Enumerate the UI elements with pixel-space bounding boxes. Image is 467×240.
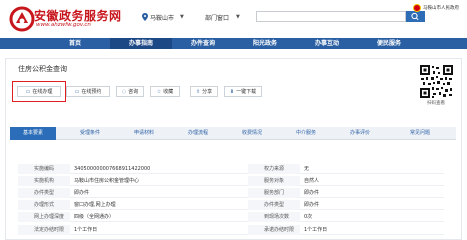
row-label: 网上办理深度 xyxy=(18,212,70,222)
row-value: 即办件 xyxy=(74,190,90,196)
tab-acceptance-conditions[interactable]: 受理条件 xyxy=(66,127,114,140)
main-nav: 首页 办事指南 办件查询 阳光政务 办事互动 便民服务 xyxy=(0,38,467,49)
row-label: 实施编码 xyxy=(18,164,70,174)
row-value: 1个工作日 xyxy=(304,227,328,233)
detail-tabs: 基本要素 受理条件 申请材料 办理流程 收费情况 中介服务 办事评价 常见问题 xyxy=(10,127,456,140)
online-booking-button[interactable]: ▭ 在线预约 xyxy=(66,86,110,97)
download-icon: ⬇ xyxy=(229,88,235,95)
table-row: 办件类型 即办件 服务部门 即办件 xyxy=(18,188,444,198)
site-url: www.ahzwfw.gov.cn xyxy=(36,22,91,28)
consult-label: 咨询 xyxy=(128,89,139,95)
row-label: 服务部门 xyxy=(248,188,300,198)
search-button[interactable] xyxy=(406,11,425,22)
nav-item-open-gov[interactable]: 阳光政务 xyxy=(234,38,296,49)
tab-process[interactable]: 办理流程 xyxy=(174,127,222,140)
tab-fees[interactable]: 收费情况 xyxy=(228,127,276,140)
tab-evaluation[interactable]: 办事评价 xyxy=(336,127,384,140)
row-label: 到现场次数 xyxy=(248,212,300,222)
site-header: 安徽政务服务网 www.ahzwfw.gov.cn 马鞍山市 ▼ 部门窗口 ▼ … xyxy=(0,0,467,38)
service-title: 住房公积金查询 xyxy=(18,65,67,73)
row-label: 实施机构 xyxy=(18,176,70,186)
gov-link[interactable]: 马鞍山市人民政府 xyxy=(423,5,459,11)
row-value: 无 xyxy=(304,166,310,172)
location-pin-icon xyxy=(142,13,148,21)
city-chevron-down-icon[interactable]: ▼ xyxy=(180,14,184,20)
table-row: 网上办理深度 四级（全网通办） 到现场次数 0次 xyxy=(18,212,444,222)
row-label: 办理形式 xyxy=(18,200,70,210)
table-row: 实施机构 马鞍山市住房公积金管理中心 服务对象 自然人 xyxy=(18,176,444,186)
star-icon: ☆ xyxy=(156,88,162,95)
qr-code-icon xyxy=(419,64,454,99)
row-label: 办件类型 xyxy=(248,200,300,210)
city-selector[interactable]: 马鞍山市 xyxy=(150,13,174,22)
row-label: 承诺办结时限 xyxy=(248,225,300,235)
download-all-label: 一键下载 xyxy=(236,89,257,95)
tab-intermediary[interactable]: 中介服务 xyxy=(282,127,330,140)
favorite-button[interactable]: ☆ 收藏 xyxy=(150,86,180,97)
chat-icon: ◌ xyxy=(121,88,127,95)
department-selector[interactable]: 部门窗口 xyxy=(205,13,229,22)
department-chevron-down-icon[interactable]: ▼ xyxy=(236,14,240,20)
nav-item-home[interactable]: 首页 xyxy=(40,38,110,49)
online-booking-label: 在线预约 xyxy=(81,89,102,95)
search-input[interactable] xyxy=(256,11,406,22)
row-value: 马鞍山市住房公积金管理中心 xyxy=(74,178,140,184)
nav-item-convenience[interactable]: 便民服务 xyxy=(358,38,420,49)
row-label: 法定办结时限 xyxy=(18,225,70,235)
row-value: 自然人 xyxy=(304,178,320,184)
consult-button[interactable]: ◌ 咨询 xyxy=(116,86,144,97)
share-label: 分享 xyxy=(202,89,213,95)
table-row: 法定办结时限 1个工作日 承诺办结时限 1个工作日 xyxy=(18,225,444,235)
table-row: 办理形式 窗口办理,网上办理 办件类型 即办件 xyxy=(18,200,444,210)
qr-code-label: 扫码查看 xyxy=(427,101,445,106)
table-row: 实施编码 340500000007668911422000 权力来源 无 xyxy=(18,164,444,174)
tab-faq[interactable]: 常见问题 xyxy=(396,127,444,140)
tab-materials[interactable]: 申请材料 xyxy=(120,127,168,140)
share-icon: ⇪ xyxy=(195,88,201,95)
row-value: 1个工作日 xyxy=(74,227,98,233)
nav-item-guide[interactable]: 办事指南 xyxy=(110,38,172,49)
nav-item-interaction[interactable]: 办事互动 xyxy=(296,38,358,49)
tab-basic-info[interactable]: 基本要素 xyxy=(10,127,56,140)
favorite-label: 收藏 xyxy=(163,89,174,95)
search-icon xyxy=(411,12,419,21)
row-value: 即办件 xyxy=(304,190,320,196)
monitor-icon: ▭ xyxy=(74,88,80,95)
highlight-box xyxy=(12,81,66,102)
row-value: 窗口办理,网上办理 xyxy=(74,202,116,208)
row-label: 服务对象 xyxy=(248,176,300,186)
row-label: 权力来源 xyxy=(248,164,300,174)
row-value: 0次 xyxy=(304,214,313,220)
nav-item-query[interactable]: 办件查询 xyxy=(172,38,234,49)
row-value: 即办件 xyxy=(304,202,320,208)
row-label: 办件类型 xyxy=(18,188,70,198)
share-button[interactable]: ⇪ 分享 xyxy=(190,86,218,97)
gov-emblem-icon xyxy=(413,4,421,12)
row-value: 四级（全网通办） xyxy=(74,214,115,220)
row-value: 340500000007668911422000 xyxy=(74,166,151,172)
download-all-button[interactable]: ⬇ 一键下载 xyxy=(224,86,262,97)
